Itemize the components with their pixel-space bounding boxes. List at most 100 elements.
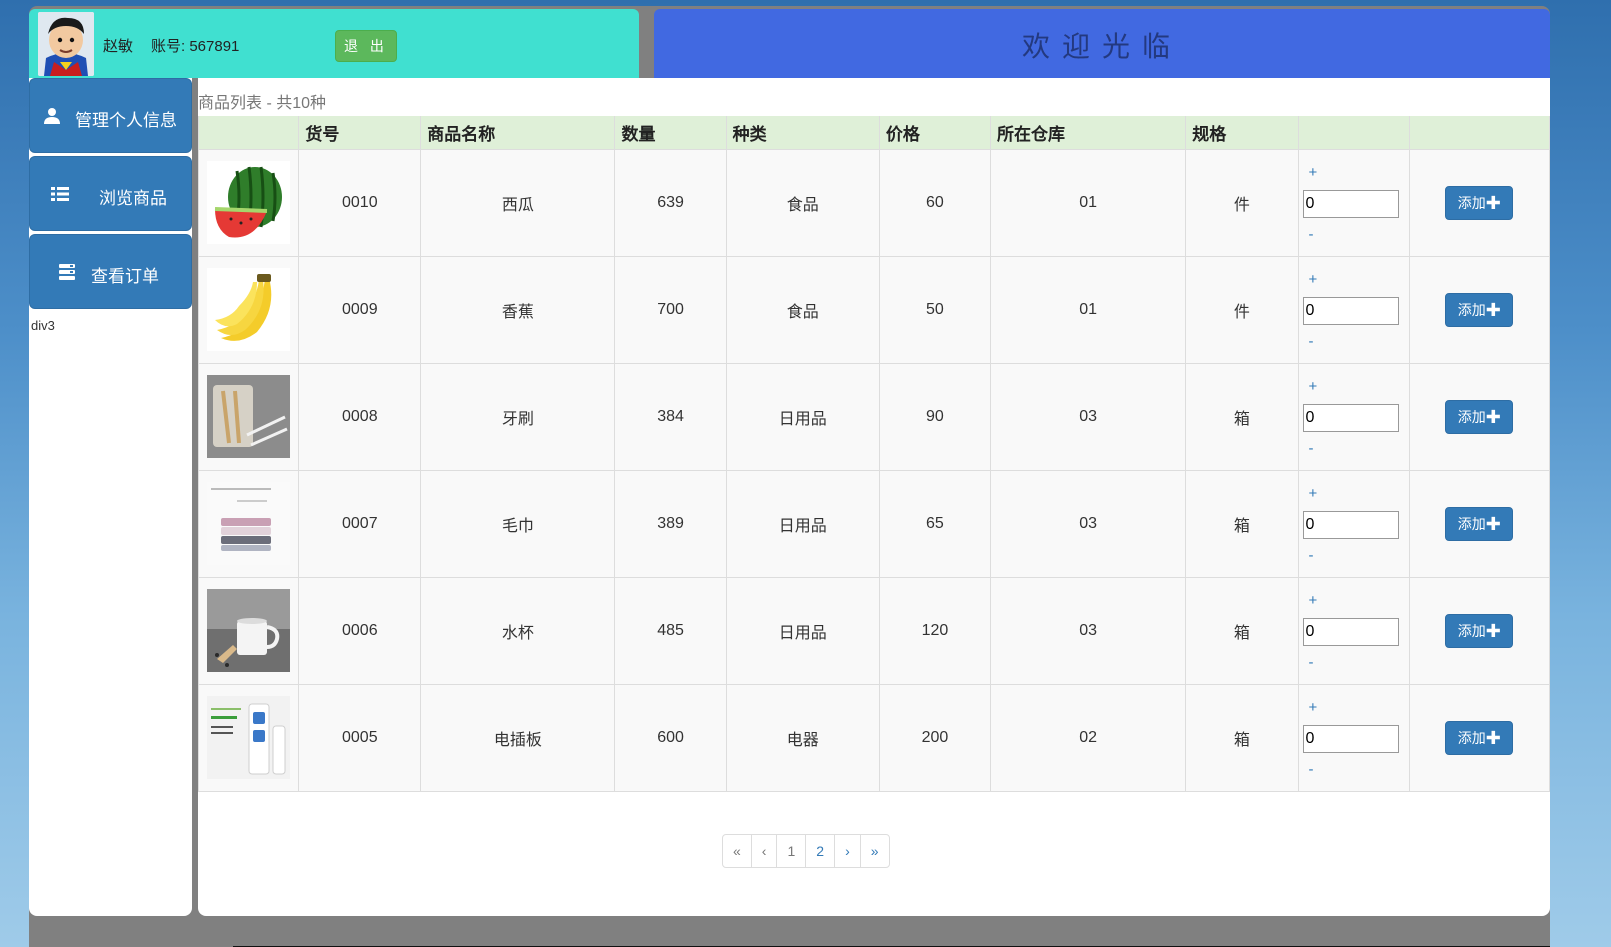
qty-stepper: + - [1297, 255, 1410, 364]
table-row: 0005 电插板 600 电器 200 02 箱 + - 添加✚ [197, 683, 1550, 792]
qty-input[interactable] [1302, 510, 1399, 539]
add-button[interactable]: 添加✚ [1445, 613, 1514, 648]
cell-qty: 485 [614, 576, 727, 685]
pagination: « ‹ 1 2 › » [722, 834, 890, 868]
cell-price: 120 [878, 576, 991, 685]
table-row: 0008 牙刷 384 日用品 90 03 箱 + - 添加✚ [197, 362, 1550, 471]
qty-increase-button[interactable]: + [1309, 164, 1318, 181]
cell-unit: 件 [1185, 255, 1299, 364]
cell-name: 牙刷 [420, 362, 616, 471]
banana-image [207, 268, 291, 351]
app-shell: 赵敏 账号: 567891 退 出 欢迎光临 管理个人信息 浏览商品 查看订单 … [29, 6, 1550, 947]
add-button[interactable]: 添加✚ [1445, 292, 1514, 327]
qty-decrease-button[interactable]: - [1309, 226, 1314, 243]
qty-decrease-button[interactable]: - [1309, 761, 1314, 778]
qty-increase-button[interactable]: + [1309, 485, 1318, 502]
col-header-unit: 规格 [1185, 116, 1299, 150]
logout-button[interactable]: 退 出 [335, 30, 397, 62]
cell-warehouse: 01 [989, 148, 1187, 257]
sidebar-item-manage-profile[interactable]: 管理个人信息 [29, 78, 192, 153]
qty-decrease-button[interactable]: - [1309, 333, 1314, 350]
add-button-label: 添加 [1457, 408, 1486, 425]
add-button[interactable]: 添加✚ [1445, 506, 1514, 541]
cell-category: 日用品 [725, 469, 880, 578]
table-header: 货号 商品名称 数量 种类 价格 所在仓库 规格 [197, 116, 1550, 150]
cell-price: 65 [878, 469, 991, 578]
add-button[interactable]: 添加✚ [1445, 720, 1514, 755]
power-strip-image [207, 696, 291, 779]
cell-unit: 箱 [1185, 469, 1299, 578]
cup-image [207, 589, 291, 672]
cell-id: 0009 [298, 255, 422, 364]
welcome-banner: 欢迎光临 [654, 9, 1550, 81]
col-header [197, 116, 300, 150]
add-button[interactable]: 添加✚ [1445, 185, 1514, 220]
cell-name: 西瓜 [420, 148, 616, 257]
cell-warehouse: 03 [989, 576, 1187, 685]
pager-page-1[interactable]: 1 [776, 835, 805, 867]
sidebar-item-label: 管理个人信息 [75, 111, 177, 130]
cell-qty: 600 [614, 683, 727, 792]
cell-warehouse: 03 [989, 362, 1187, 471]
qty-increase-button[interactable]: + [1309, 378, 1318, 395]
list-title: 商品列表 - 共10种 [198, 95, 327, 112]
pager-first[interactable]: « [723, 835, 751, 867]
table-row: 0007 毛巾 389 日用品 65 03 箱 + - 添加✚ [197, 469, 1550, 578]
qty-input[interactable] [1302, 724, 1399, 753]
col-header [1297, 116, 1410, 150]
plus-icon: ✚ [1485, 727, 1501, 748]
qty-input[interactable] [1302, 617, 1399, 646]
cell-name: 香蕉 [420, 255, 616, 364]
qty-decrease-button[interactable]: - [1309, 547, 1314, 564]
col-header-warehouse: 所在仓库 [989, 116, 1187, 150]
pager-page-2[interactable]: 2 [805, 835, 834, 867]
toothbrush-image [207, 375, 291, 458]
footer-strip [29, 918, 1550, 947]
main-panel: 商品列表 - 共10种 货号 商品名称 数量 种类 价格 所在仓库 规格 001… [197, 78, 1550, 916]
qty-input[interactable] [1302, 296, 1399, 325]
qty-stepper: + - [1297, 683, 1410, 792]
welcome-text: 欢迎光临 [1021, 31, 1182, 62]
qty-stepper: + - [1297, 148, 1410, 257]
qty-increase-button[interactable]: + [1309, 271, 1318, 288]
user-name: 赵敏 [103, 38, 134, 55]
qty-increase-button[interactable]: + [1309, 699, 1318, 716]
col-header-category: 种类 [725, 116, 880, 150]
plus-icon: ✚ [1485, 192, 1501, 213]
cell-unit: 件 [1185, 148, 1299, 257]
cell-price: 60 [878, 148, 991, 257]
pager-prev[interactable]: ‹ [750, 835, 777, 867]
cell-name: 电插板 [420, 683, 616, 792]
cell-unit: 箱 [1185, 362, 1299, 471]
pager-last[interactable]: » [859, 835, 889, 867]
goods-table: 货号 商品名称 数量 种类 价格 所在仓库 规格 0010 西瓜 639 食品 … [197, 116, 1550, 792]
sidebar-item-view-orders[interactable]: 查看订单 [29, 234, 192, 309]
qty-decrease-button[interactable]: - [1309, 440, 1314, 457]
plus-icon: ✚ [1485, 299, 1501, 320]
table-row: 0006 水杯 485 日用品 120 03 箱 + - 添加✚ [197, 576, 1550, 685]
qty-increase-button[interactable]: + [1309, 592, 1318, 609]
col-header-id: 货号 [298, 116, 422, 150]
table-row: 0010 西瓜 639 食品 60 01 件 + - 添加✚ [197, 148, 1550, 257]
cell-category: 日用品 [725, 362, 880, 471]
table-row: 0009 香蕉 700 食品 50 01 件 + - 添加✚ [197, 255, 1550, 364]
pager-next[interactable]: › [834, 835, 860, 867]
cell-price: 200 [878, 683, 991, 792]
cell-category: 食品 [725, 148, 880, 257]
add-button-label: 添加 [1457, 194, 1486, 211]
add-button[interactable]: 添加✚ [1445, 399, 1514, 434]
cell-warehouse: 02 [989, 683, 1187, 792]
qty-stepper: + - [1297, 362, 1410, 471]
qty-input[interactable] [1302, 403, 1399, 432]
add-button-label: 添加 [1457, 301, 1486, 318]
qty-stepper: + - [1297, 469, 1410, 578]
plus-icon: ✚ [1485, 620, 1501, 641]
cell-qty: 700 [614, 255, 727, 364]
qty-decrease-button[interactable]: - [1309, 654, 1314, 671]
towel-image [207, 482, 291, 565]
qty-input[interactable] [1302, 189, 1399, 218]
cell-id: 0007 [298, 469, 422, 578]
col-header-qty: 数量 [614, 116, 727, 150]
avatar [38, 12, 94, 76]
sidebar-item-browse-goods[interactable]: 浏览商品 [29, 156, 192, 231]
